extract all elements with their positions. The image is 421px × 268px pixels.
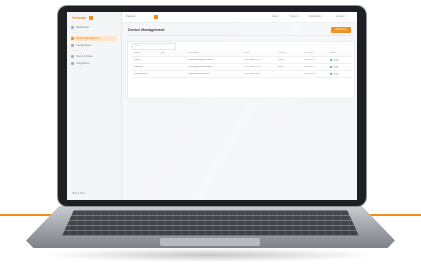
sidebar-item-label: Dashboard (76, 26, 89, 29)
status-online-icon (330, 72, 332, 75)
cell-status: Online (330, 58, 340, 62)
sidebar-item-label: Integrations (76, 62, 90, 65)
cell-description: Quality control station (188, 72, 210, 75)
topbar-organization[interactable]: Organization (308, 15, 322, 18)
top-bar: Devices Alerts Support Organization Acco… (122, 12, 357, 23)
cell-last-seen: 2024-05-12 (304, 58, 316, 61)
laptop-shadow (40, 248, 380, 262)
column-header[interactable]: Name (134, 52, 140, 54)
title-divider (127, 35, 353, 36)
sidebar-item-integrations[interactable]: Integrations (71, 61, 117, 66)
sidebar: Vezando Dashboard ——— Device Management … (67, 12, 122, 200)
filter-input[interactable]: Filter (132, 43, 176, 50)
status-label: Online (333, 66, 340, 69)
web-app: Vezando Dashboard ——— Device Management … (67, 12, 357, 200)
topbar-alerts[interactable]: Alerts (272, 15, 278, 18)
column-header[interactable]: Last seen (304, 52, 314, 54)
breadcrumb-badge-icon (154, 14, 158, 19)
brand-badge-icon (89, 15, 93, 20)
sidebar-item-label: Device Management (76, 37, 100, 40)
cell-description: Manufacturing line sensor (188, 58, 214, 61)
sidebar-section-divider: ——— (72, 50, 79, 52)
integrations-icon (71, 61, 74, 65)
column-header[interactable]: Serial (244, 52, 250, 54)
device-icon (71, 36, 74, 40)
sidebar-item-label: Configuration (76, 44, 92, 47)
cell-last-seen: 2024-05-12 (304, 65, 316, 68)
settings-icon (71, 43, 74, 47)
sidebar-section-divider: ——— (72, 32, 79, 34)
add-device-button[interactable]: Add device (331, 27, 351, 33)
dashboard-icon (71, 25, 74, 29)
status-online-icon (330, 65, 332, 68)
cell-status: Online (330, 72, 340, 76)
column-header[interactable]: Status (330, 52, 336, 54)
users-icon (71, 54, 74, 58)
main-content: Device Management Add device Filter Name… (122, 23, 357, 200)
laptop-screen: Vezando Dashboard ——— Device Management … (67, 12, 357, 200)
cell-name: Device (134, 58, 141, 61)
status-label: Online (333, 73, 340, 76)
table-row[interactable]: Gateway Packaging unit controller 0012-8… (132, 64, 352, 71)
column-header[interactable]: Location (278, 52, 286, 54)
cell-name: Gateway (134, 65, 143, 68)
breadcrumb[interactable]: Devices (126, 15, 135, 18)
cell-serial: 0012-8A3F-55B1 (244, 72, 261, 75)
cell-name: Controller Unit (134, 72, 148, 75)
column-header[interactable]: Description (188, 52, 199, 54)
status-label: Online (333, 59, 340, 62)
sidebar-item-users[interactable]: Users & Roles (71, 54, 117, 59)
topbar-account[interactable]: Account (336, 15, 345, 18)
page-title: Device Management (128, 28, 165, 32)
sidebar-item-configuration[interactable]: Configuration (71, 43, 117, 48)
cell-description: Packaging unit controller (188, 65, 212, 68)
cell-last-seen: 2024-05-11 (304, 72, 316, 75)
laptop-keyboard (62, 210, 359, 236)
cell-status: Online (330, 65, 340, 69)
sidebar-item-label: Users & Roles (76, 55, 93, 58)
status-online-icon (330, 58, 332, 61)
sidebar-footer-link[interactable]: Help & Docs (72, 192, 85, 195)
table-row[interactable]: Device Manufacturing line sensor 0012-8A… (132, 57, 352, 64)
laptop-trackpad (160, 238, 260, 246)
brand-logo[interactable]: Vezando (72, 16, 86, 20)
cell-location: Hall A (278, 58, 284, 61)
cell-serial: 0012-8A3F-77D4 (244, 65, 261, 68)
column-header[interactable]: Type (160, 52, 165, 54)
table-row[interactable]: Controller Unit Quality control station … (132, 71, 352, 78)
cell-location: Hall B (278, 65, 284, 68)
cell-serial: 0012-8A3F-91C2 (244, 58, 261, 61)
sidebar-item-device-management[interactable]: Device Management (71, 36, 117, 41)
laptop-scene: Vezando Dashboard ——— Device Management … (0, 0, 421, 268)
topbar-support[interactable]: Support (290, 15, 298, 18)
sidebar-item-dashboard[interactable]: Dashboard (71, 25, 117, 30)
